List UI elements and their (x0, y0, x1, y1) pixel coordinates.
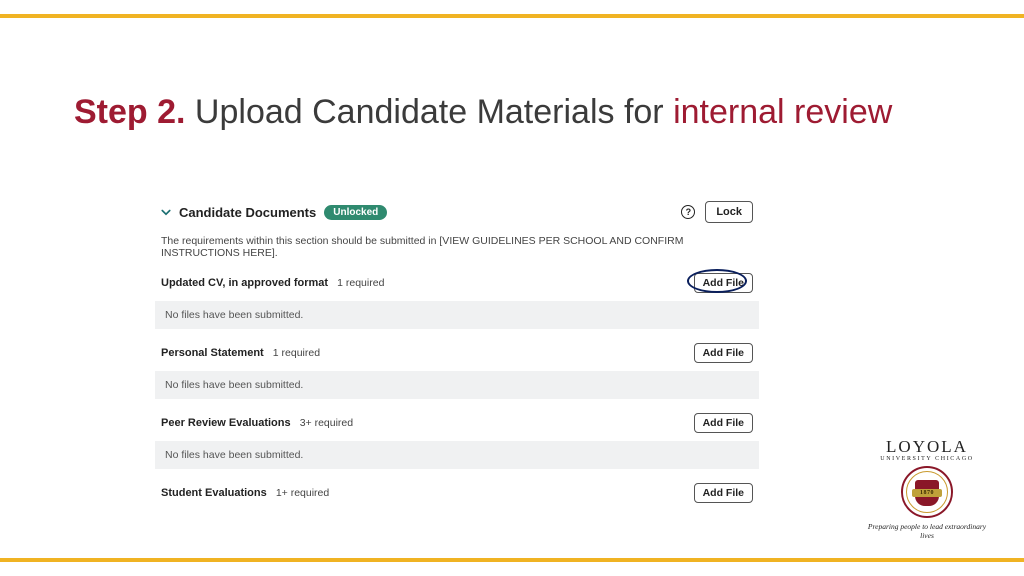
crest-year: 1870 (920, 490, 934, 496)
requirement-name: Peer Review Evaluations (161, 417, 291, 429)
top-accent-bar (0, 14, 1024, 18)
requirement-row: Peer Review Evaluations 3+ required Add … (155, 409, 759, 439)
requirement-row: Updated CV, in approved format 1 require… (155, 269, 759, 299)
requirement-name: Personal Statement (161, 347, 264, 359)
requirement-count: 1 required (273, 347, 320, 359)
heading-tail: internal review (673, 93, 892, 131)
requirement-count: 1 required (337, 277, 384, 289)
lock-button[interactable]: Lock (705, 201, 753, 223)
logo-crest: 1870 (901, 466, 953, 518)
heading-middle: Upload Candidate Materials for (185, 93, 673, 131)
requirement-name: Student Evaluations (161, 487, 267, 499)
bottom-accent-bar (0, 558, 1024, 562)
requirement-label: Peer Review Evaluations 3+ required (161, 417, 353, 429)
empty-state: No files have been submitted. (155, 371, 759, 399)
add-file-button[interactable]: Add File (694, 343, 753, 363)
candidate-documents-panel: Candidate Documents Unlocked ? Lock The … (155, 197, 759, 509)
requirement-row: Personal Statement 1 required Add File (155, 339, 759, 369)
requirement-name: Updated CV, in approved format (161, 277, 328, 289)
logo-tagline: Preparing people to lead extraordinary l… (862, 522, 992, 540)
section-header: Candidate Documents Unlocked ? Lock (155, 197, 759, 229)
section-guidance: The requirements within this section sho… (155, 229, 759, 269)
requirement-row: Student Evaluations 1+ required Add File (155, 479, 759, 509)
requirement-count: 3+ required (300, 417, 353, 429)
requirement-count: 1+ required (276, 487, 329, 499)
empty-state: No files have been submitted. (155, 441, 759, 469)
empty-state: No files have been submitted. (155, 301, 759, 329)
help-icon[interactable]: ? (681, 205, 695, 219)
page-title: Step 2. Upload Candidate Materials for i… (74, 90, 950, 136)
requirement-label: Personal Statement 1 required (161, 347, 320, 359)
requirement-label: Student Evaluations 1+ required (161, 487, 329, 499)
loyola-logo: LOYOLA UNIVERSITY CHICAGO 1870 Preparing… (862, 437, 992, 540)
logo-wordmark: LOYOLA (886, 437, 968, 457)
step-label: Step 2. (74, 93, 185, 131)
add-file-button[interactable]: Add File (694, 273, 753, 293)
add-file-button[interactable]: Add File (694, 483, 753, 503)
status-badge: Unlocked (324, 205, 387, 220)
requirement-label: Updated CV, in approved format 1 require… (161, 277, 384, 289)
add-file-button[interactable]: Add File (694, 413, 753, 433)
section-title: Candidate Documents (179, 205, 316, 220)
section-header-right: ? Lock (681, 201, 753, 223)
chevron-down-icon[interactable] (159, 205, 173, 219)
logo-subtext: UNIVERSITY CHICAGO (880, 456, 973, 462)
